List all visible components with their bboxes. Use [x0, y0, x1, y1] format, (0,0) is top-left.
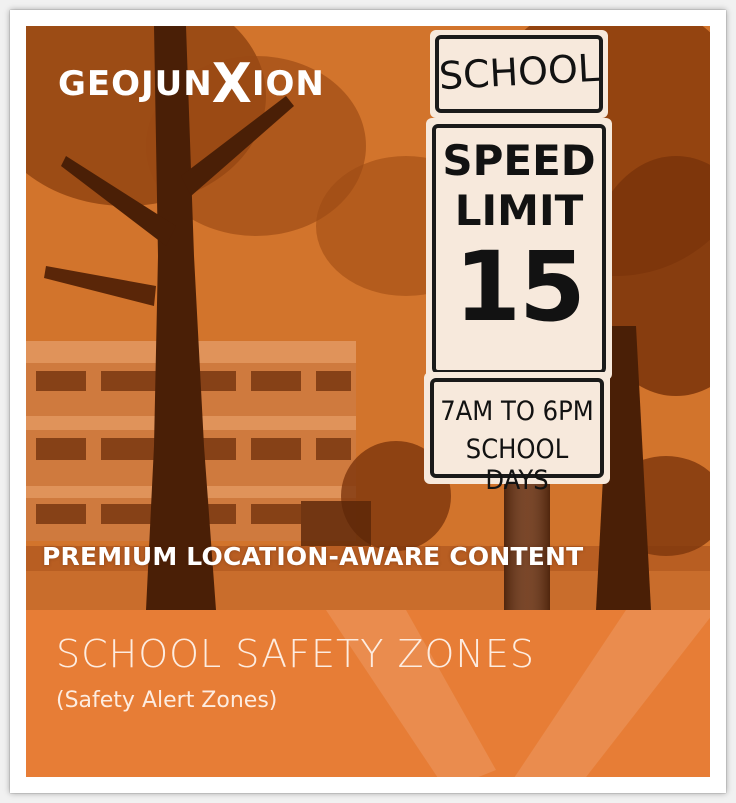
- banner-subtitle: (Safety Alert Zones): [56, 688, 278, 713]
- logo-suffix: ION: [251, 64, 325, 104]
- title-banner: SCHOOL SAFETY ZONES (Safety Alert Zones): [26, 610, 710, 777]
- sign-limit-label: LIMIT: [454, 186, 584, 235]
- banner-title: SCHOOL SAFETY ZONES: [56, 632, 535, 676]
- logo-prefix: GEOJUN: [58, 64, 213, 104]
- sign-days-label: SCHOOL DAYS: [465, 434, 569, 496]
- sign-school-label: SCHOOL: [437, 45, 601, 99]
- sign-hours-label: 7AM TO 6PM: [440, 396, 594, 427]
- headline: PREMIUM LOCATION-AWARE CONTENT: [42, 542, 584, 571]
- brochure-card: GEOJUN X ION SCHOOL SPEED LIMIT 15 7AM TO …: [10, 10, 726, 793]
- school-zone-photo: GEOJUN X ION SCHOOL SPEED LIMIT 15 7AM TO …: [26, 26, 710, 610]
- sign-speed-number: 15: [454, 231, 586, 343]
- geojunxion-logo: GEOJUN X ION: [58, 52, 325, 116]
- logo-x: X: [211, 52, 253, 116]
- sign-speed-label: SPEED: [442, 136, 596, 185]
